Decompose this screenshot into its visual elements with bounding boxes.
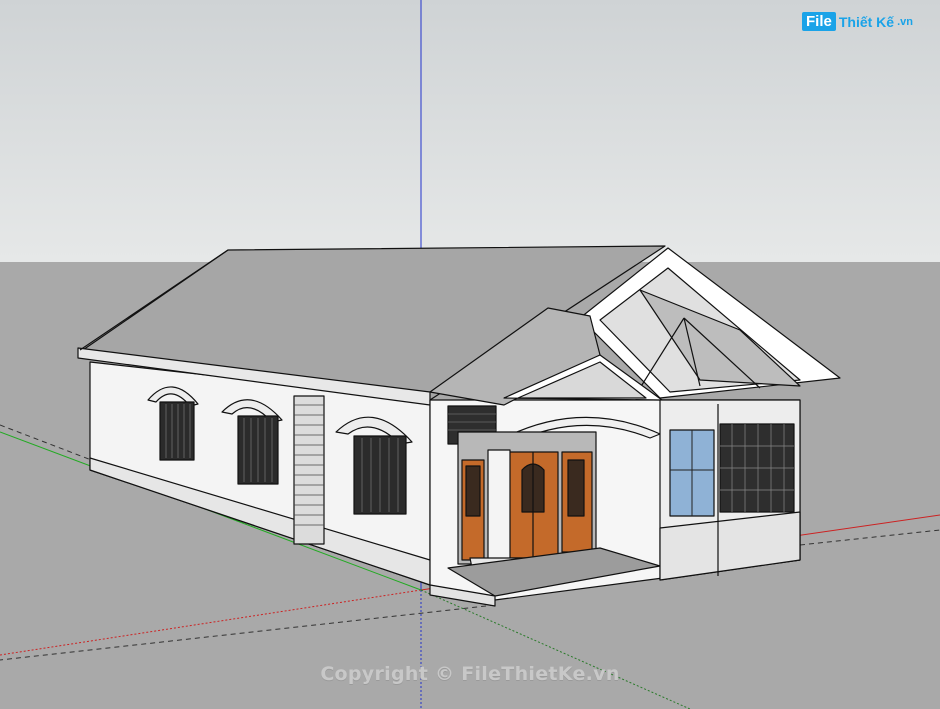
logo-suffix: .vn (897, 15, 913, 28)
brand-logo: File Thiết Kế .vn (802, 12, 913, 31)
sky (0, 0, 940, 262)
side-pillar (293, 395, 325, 545)
porch-column (487, 449, 511, 561)
logo-text: Thiết Kế (838, 13, 895, 30)
3d-model-viewport[interactable] (0, 0, 940, 709)
copyright-watermark: Copyright © FileThietKe.vn (320, 663, 620, 685)
logo-file-box: File (802, 12, 836, 31)
